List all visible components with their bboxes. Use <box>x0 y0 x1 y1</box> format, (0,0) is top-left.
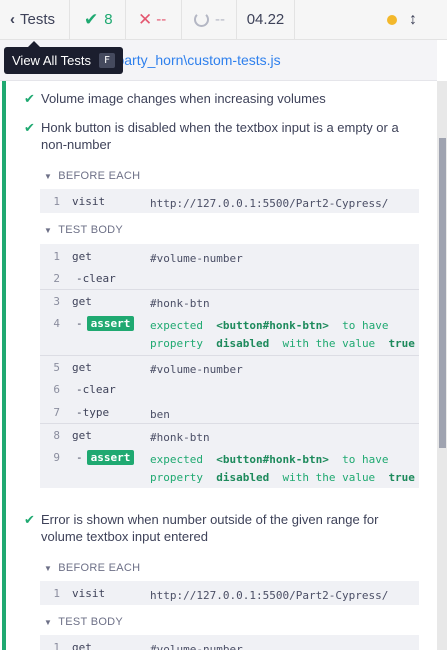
assert-badge: assert <box>86 450 135 465</box>
check-icon: ✔ <box>24 512 35 527</box>
auto-scroll-icon[interactable]: ↕ <box>409 11 417 29</box>
hook-before-each[interactable]: ▼ BEFORE EACH <box>44 562 140 574</box>
command-number: 5 <box>53 361 60 374</box>
duration-value: 04.22 <box>246 11 285 28</box>
assert-badge: assert <box>86 316 135 331</box>
view-all-tests-tooltip: View All Tests F <box>4 41 124 74</box>
pending-count: -- <box>215 11 225 28</box>
hook-label: TEST BODY <box>58 224 124 236</box>
hook-label: BEFORE EACH <box>58 562 141 574</box>
command-name: get <box>72 361 92 374</box>
pending-stat: -- <box>182 0 237 39</box>
command-number: 3 <box>53 295 60 308</box>
tooltip-text: View All Tests <box>12 53 92 68</box>
command-number: 1 <box>53 250 60 263</box>
command-message: #volume-number <box>150 252 243 265</box>
divider <box>40 355 419 356</box>
failed-count: -- <box>156 11 167 28</box>
command-name: - assert <box>76 450 135 465</box>
failed-stat: ✕ -- <box>126 0 182 39</box>
command-block: 1 get #volume-number <box>40 635 419 650</box>
duration: 04.22 <box>237 0 295 39</box>
command-message: #honk-btn <box>150 297 210 310</box>
command-number: 9 <box>53 451 60 464</box>
tests-label: Tests <box>20 11 56 28</box>
command-name: get <box>72 250 92 263</box>
test-title-text: Error is shown when number outside of th… <box>41 512 379 544</box>
command-name: -type <box>76 406 110 419</box>
command-message: http://127.0.0.1:5500/Part2-Cypress/ <box>150 589 389 602</box>
command-number: 6 <box>53 383 60 396</box>
command-name: - assert <box>76 316 135 331</box>
divider <box>40 423 419 424</box>
chevron-left-icon: ‹ <box>10 11 15 28</box>
command-message: ben <box>150 408 170 421</box>
divider <box>40 289 419 290</box>
command-message: #honk-btn <box>150 431 210 444</box>
hook-before-each[interactable]: ▼ BEFORE EACH <box>44 170 140 182</box>
command-name: get <box>72 641 92 650</box>
suite-status-stripe <box>2 81 6 650</box>
command-block: 1 get #volume-number 2 -clear 3 get #hon… <box>40 244 419 488</box>
assert-message: expected <button#honk-btn> to have prope… <box>150 453 415 484</box>
runnables-list: ✔ Volume image changes when increasing v… <box>0 81 437 650</box>
pending-spinner-icon <box>194 12 209 27</box>
command-name: get <box>72 295 92 308</box>
command-block: 1 visit http://127.0.0.1:5500/Part2-Cypr… <box>40 581 419 605</box>
command-number: 1 <box>53 641 60 650</box>
reporter-header: ‹ Tests ✔ 8 ✕ -- -- 04.22 ↕ <box>0 0 447 40</box>
test-title[interactable]: ✔ Volume image changes when increasing v… <box>24 90 411 107</box>
passed-stat: ✔ 8 <box>70 0 126 39</box>
command-number: 4 <box>53 317 60 330</box>
hook-test-body[interactable]: ▼ TEST BODY <box>44 224 123 236</box>
test-title-text: Honk button is disabled when the textbox… <box>41 120 399 152</box>
test-title-text: Volume image changes when increasing vol… <box>41 91 326 106</box>
caret-down-icon: ▼ <box>44 563 53 573</box>
check-icon: ✔ <box>24 120 35 135</box>
scrollbar-thumb[interactable] <box>439 138 446 448</box>
command-number: 7 <box>53 406 60 419</box>
assert-message: expected <button#honk-btn> to have prope… <box>150 319 415 350</box>
hook-label: TEST BODY <box>58 616 124 628</box>
running-indicator-icon <box>387 14 397 25</box>
command-name: get <box>72 429 92 442</box>
command-name: -clear <box>76 272 116 285</box>
check-icon: ✔ <box>84 9 99 29</box>
command-message: #volume-number <box>150 363 243 376</box>
x-icon: ✕ <box>138 9 153 29</box>
command-number: 8 <box>53 429 60 442</box>
check-icon: ✔ <box>24 91 35 106</box>
hook-test-body[interactable]: ▼ TEST BODY <box>44 616 123 628</box>
command-number: 1 <box>53 587 60 600</box>
caret-down-icon: ▼ <box>44 225 53 235</box>
passed-count: 8 <box>104 11 113 28</box>
command-name: visit <box>72 587 106 600</box>
command-name: -clear <box>76 383 116 396</box>
command-message: http://127.0.0.1:5500/Part2-Cypress/ <box>150 197 389 210</box>
hook-label: BEFORE EACH <box>58 170 141 182</box>
test-title[interactable]: ✔ Error is shown when number outside of … <box>24 511 411 545</box>
caret-down-icon: ▼ <box>44 171 53 181</box>
command-block: 1 visit http://127.0.0.1:5500/Part2-Cypr… <box>40 189 419 213</box>
controls: ↕ <box>295 0 447 39</box>
command-number: 2 <box>53 272 60 285</box>
caret-down-icon: ▼ <box>44 617 53 627</box>
command-number: 1 <box>53 195 60 208</box>
command-name: visit <box>72 195 106 208</box>
tooltip-shortcut: F <box>99 53 116 68</box>
command-message: #volume-number <box>150 643 243 650</box>
test-title[interactable]: ✔ Honk button is disabled when the textb… <box>24 119 411 153</box>
view-all-tests-button[interactable]: ‹ Tests <box>0 0 70 39</box>
